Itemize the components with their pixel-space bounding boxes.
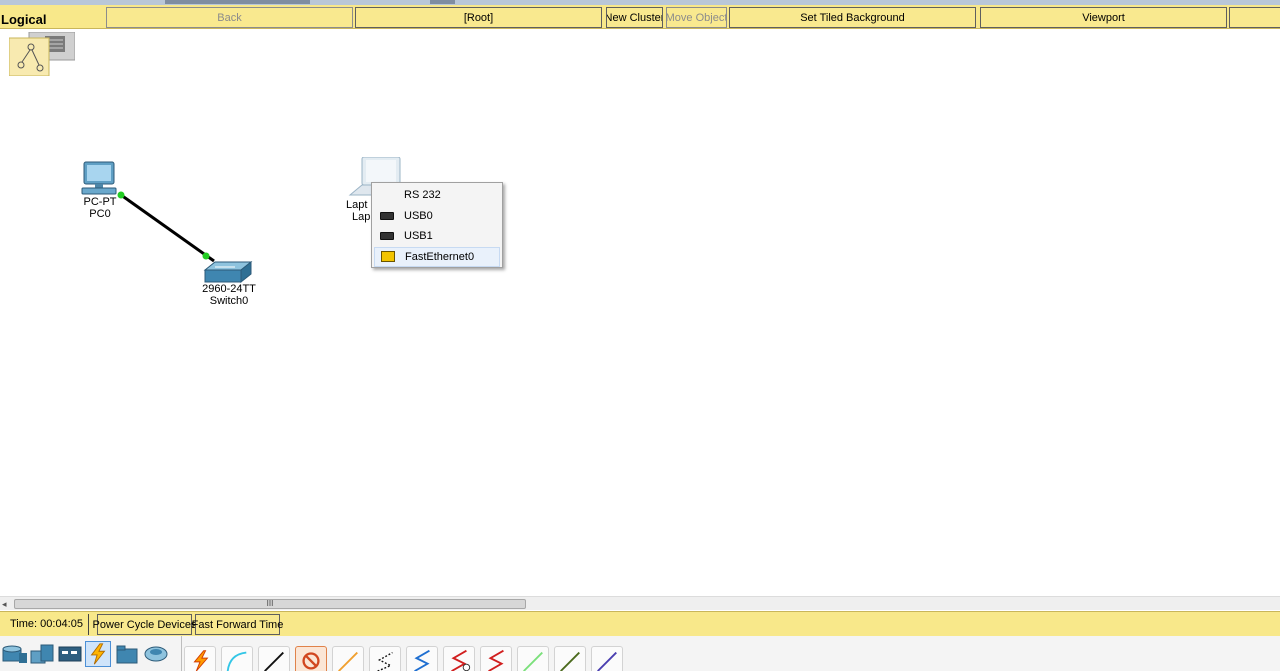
back-button[interactable]: Back xyxy=(106,7,353,28)
rs232-port-icon xyxy=(376,188,398,202)
switch0-name: Switch0 xyxy=(209,295,249,307)
set-tiled-background-button[interactable]: Set Tiled Background xyxy=(729,7,976,28)
pc0-model: PC-PT xyxy=(83,196,117,208)
menu-item-label: USB0 xyxy=(404,209,433,222)
components-category-icon[interactable] xyxy=(57,641,83,667)
switch-icon[interactable] xyxy=(203,260,253,284)
device-type-toolbar xyxy=(0,636,1280,671)
packet-tracer-window: Logical Back [Root] New Cluster Move Obj… xyxy=(0,0,1280,671)
workspace-mode-label: Logical xyxy=(1,12,47,27)
miscellaneous-category-icon[interactable] xyxy=(115,641,141,667)
serial-dte-cable-icon[interactable] xyxy=(480,646,512,671)
octal-cable-icon[interactable] xyxy=(517,646,549,671)
menu-item-label: FastEthernet0 xyxy=(405,250,475,263)
switch0-port-status-light xyxy=(202,252,210,260)
menu-item-label: RS 232 xyxy=(404,189,441,202)
network-devices-category-icon[interactable] xyxy=(1,641,27,667)
automatic-connection-icon[interactable] xyxy=(184,646,216,671)
ethernet-port-icon xyxy=(377,250,399,264)
simulation-time: Time: 00:04:05 xyxy=(10,618,83,630)
horizontal-scrollbar[interactable]: ◂ III xyxy=(0,596,1280,610)
connections-category-icon[interactable] xyxy=(85,641,111,667)
topology-links xyxy=(117,191,215,263)
port-selection-menu: RS 232 USB0 USB1 FastEthernet0 xyxy=(371,182,503,268)
top-tab-1[interactable] xyxy=(165,0,310,4)
usb-port-icon xyxy=(376,209,398,223)
menu-item-usb0[interactable]: USB0 xyxy=(374,206,500,227)
menu-item-rs232[interactable]: RS 232 xyxy=(374,185,500,206)
pc0-name: PC0 xyxy=(89,208,111,220)
switch0-label: 2960-24TT Switch0 xyxy=(196,283,262,307)
menu-item-fastethernet0[interactable]: FastEthernet0 xyxy=(374,246,500,267)
copper-straight-through-icon[interactable] xyxy=(258,646,290,671)
overflow-toolbar-button[interactable] xyxy=(1229,7,1280,28)
menu-item-label: USB1 xyxy=(404,230,433,243)
end-devices-category-icon[interactable] xyxy=(29,641,55,667)
pc-icon[interactable] xyxy=(80,160,118,196)
usb-port-icon xyxy=(376,229,398,243)
workspace-toolbar: Logical Back [Root] New Cluster Move Obj… xyxy=(0,5,1280,29)
power-cycle-devices-button[interactable]: Power Cycle Devices xyxy=(93,614,196,635)
menu-item-usb1[interactable]: USB1 xyxy=(374,226,500,247)
coaxial-cable-icon[interactable] xyxy=(406,646,438,671)
status-divider xyxy=(88,614,89,635)
usb-cable-icon[interactable] xyxy=(591,646,623,671)
toolbar-divider xyxy=(181,636,182,671)
iot-custom-cable-icon[interactable] xyxy=(554,646,586,671)
console-cable-icon[interactable] xyxy=(221,646,253,671)
scrollbar-grip: III xyxy=(266,599,274,608)
root-button[interactable]: [Root] xyxy=(355,7,602,28)
multiuser-connection-category-icon[interactable] xyxy=(143,641,169,667)
realtime-status-bar: Time: 00:04:05 Power Cycle Devices Fast … xyxy=(0,611,1280,636)
scrollbar-thumb[interactable]: III xyxy=(14,599,526,609)
new-cluster-button[interactable]: New Cluster xyxy=(606,7,663,28)
pc0-switch0-link[interactable] xyxy=(120,193,215,263)
scroll-left-arrow-icon[interactable]: ◂ xyxy=(2,599,7,610)
move-object-button[interactable]: Move Object xyxy=(666,7,727,28)
viewport-button[interactable]: Viewport xyxy=(980,7,1227,28)
phone-cable-icon[interactable] xyxy=(369,646,401,671)
fiber-cable-icon[interactable] xyxy=(332,646,364,671)
top-tab-2[interactable] xyxy=(430,0,455,4)
fast-forward-time-button[interactable]: Fast Forward Time xyxy=(192,614,283,635)
logical-workspace-canvas[interactable]: PC-PT PC0 2960-24TT Switch0 Lapt Lap xyxy=(0,30,1280,596)
pc0-label: PC-PT PC0 xyxy=(78,196,122,220)
switch0-model: 2960-24TT xyxy=(202,283,256,295)
copper-cross-over-icon[interactable] xyxy=(295,646,327,671)
serial-dce-cable-icon[interactable] xyxy=(443,646,475,671)
